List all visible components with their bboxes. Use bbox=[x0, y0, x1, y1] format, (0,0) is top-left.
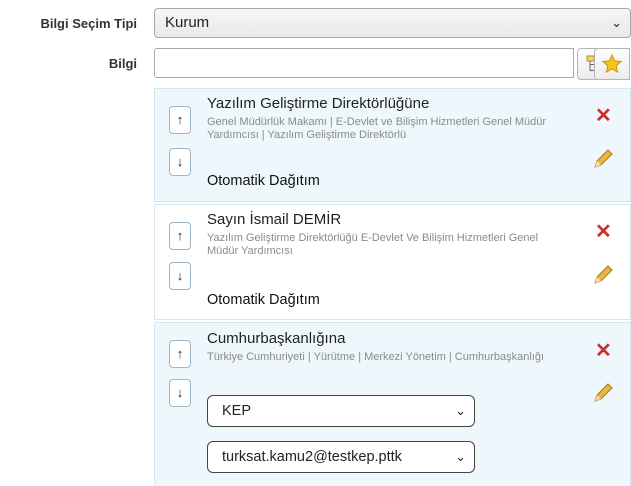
chevron-down-icon: ⌄ bbox=[453, 396, 466, 426]
recipient-subtitle: Genel Müdürlük Makamı | E-Devlet ve Bili… bbox=[207, 116, 547, 141]
channel-value: KEP bbox=[222, 403, 252, 419]
edit-pencil-icon[interactable] bbox=[591, 147, 615, 171]
arrow-down-icon: ↓ bbox=[176, 385, 184, 400]
arrow-down-icon: ↓ bbox=[176, 154, 184, 169]
recipient-title: Cumhurbaşkanlığına bbox=[207, 330, 346, 347]
chevron-down-icon: ⌄ bbox=[453, 442, 466, 472]
arrow-up-icon: ↑ bbox=[176, 112, 184, 127]
edit-pencil-icon[interactable] bbox=[591, 381, 615, 405]
selection-type-label: Bilgi Seçim Tipi bbox=[40, 16, 137, 31]
move-down-button[interactable]: ↓ bbox=[169, 379, 191, 407]
delete-icon[interactable]: ✕ bbox=[595, 106, 612, 126]
selection-type-value: Kurum bbox=[165, 14, 210, 31]
address-value: turksat.kamu2@testkep.pttk bbox=[222, 449, 402, 465]
delete-icon[interactable]: ✕ bbox=[595, 341, 612, 361]
recipient-subtitle: Yazılım Geliştirme Direktörlüğü E-Devlet… bbox=[207, 232, 539, 257]
selection-type-select[interactable]: Kurum ⌄ bbox=[154, 8, 631, 38]
move-down-button[interactable]: ↓ bbox=[169, 148, 191, 176]
recipient-title: Yazılım Geliştirme Direktörlüğüne bbox=[207, 95, 430, 112]
arrow-down-icon: ↓ bbox=[176, 268, 184, 283]
recipient-card: ↑ ↓ Cumhurbaşkanlığına Türkiye Cumhuriye… bbox=[154, 322, 631, 486]
distribution-type: Otomatik Dağıtım bbox=[207, 173, 320, 189]
move-up-button[interactable]: ↑ bbox=[169, 222, 191, 250]
recipient-card: ↑ ↓ Sayın İsmail DEMİR Yazılım Geliştirm… bbox=[154, 204, 631, 320]
star-icon bbox=[601, 53, 623, 74]
chevron-down-icon: ⌄ bbox=[611, 15, 622, 30]
distribution-type: Otomatik Dağıtım bbox=[207, 292, 320, 308]
arrow-up-icon: ↑ bbox=[176, 228, 184, 243]
edit-pencil-icon[interactable] bbox=[591, 263, 615, 287]
bilgi-input[interactable] bbox=[154, 48, 574, 78]
move-up-button[interactable]: ↑ bbox=[169, 106, 191, 134]
recipient-card: ↑ ↓ Yazılım Geliştirme Direktörlüğüne Ge… bbox=[154, 88, 631, 202]
recipient-title: Sayın İsmail DEMİR bbox=[207, 211, 342, 228]
move-down-button[interactable]: ↓ bbox=[169, 262, 191, 290]
delete-icon[interactable]: ✕ bbox=[595, 222, 612, 242]
favorites-button[interactable] bbox=[594, 48, 630, 80]
recipient-subtitle: Türkiye Cumhuriyeti | Yürütme | Merkezi … bbox=[207, 351, 545, 363]
arrow-up-icon: ↑ bbox=[176, 346, 184, 361]
move-up-button[interactable]: ↑ bbox=[169, 340, 191, 368]
address-select[interactable]: turksat.kamu2@testkep.pttk ⌄ bbox=[207, 441, 475, 473]
channel-select[interactable]: KEP ⌄ bbox=[207, 395, 475, 427]
bilgi-label: Bilgi bbox=[108, 56, 137, 71]
